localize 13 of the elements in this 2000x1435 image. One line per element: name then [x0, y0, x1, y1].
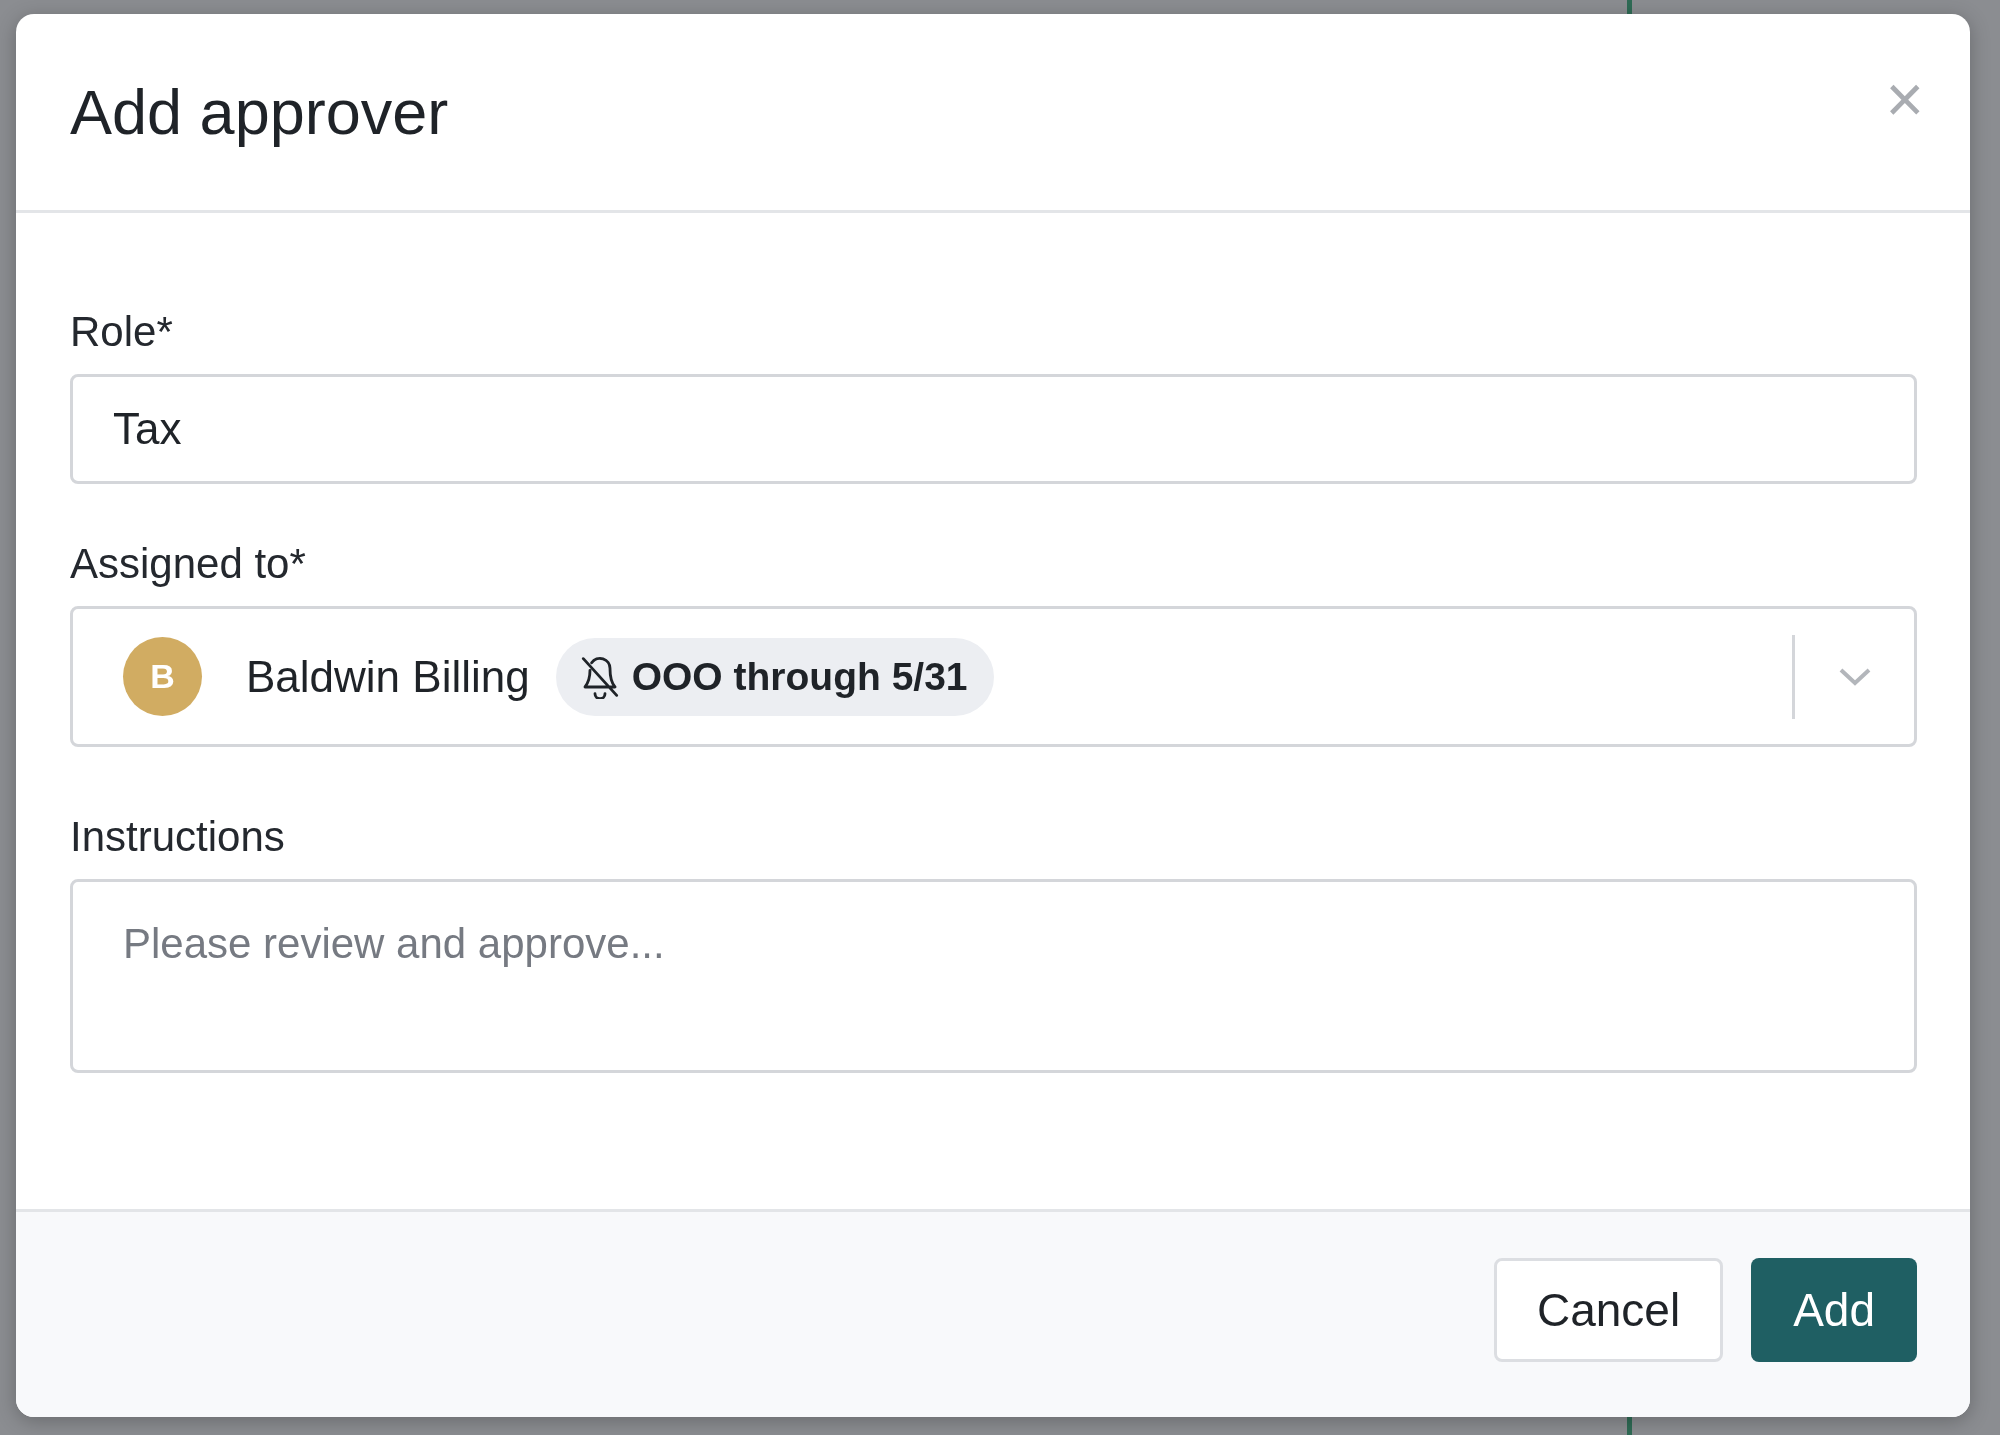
- assignee-name: Baldwin Billing: [246, 651, 530, 702]
- avatar: B: [123, 637, 202, 716]
- field-label: Assigned to*: [70, 540, 307, 588]
- status-badge: OOO through 5/31: [555, 637, 994, 716]
- dialog-title: Add approver: [70, 76, 449, 148]
- add-button[interactable]: Add: [1751, 1257, 1917, 1362]
- role-field[interactable]: Tax: [70, 374, 1917, 484]
- bell-off-icon: [579, 654, 620, 699]
- field-label: Instructions: [70, 813, 286, 861]
- field-label: Role*: [70, 308, 174, 356]
- instructions-field[interactable]: Please review and approve...: [70, 879, 1917, 1073]
- cancel-button[interactable]: Cancel: [1493, 1257, 1724, 1362]
- assignee-select[interactable]: B Baldwin Billing OOO through 5/31: [70, 606, 1917, 747]
